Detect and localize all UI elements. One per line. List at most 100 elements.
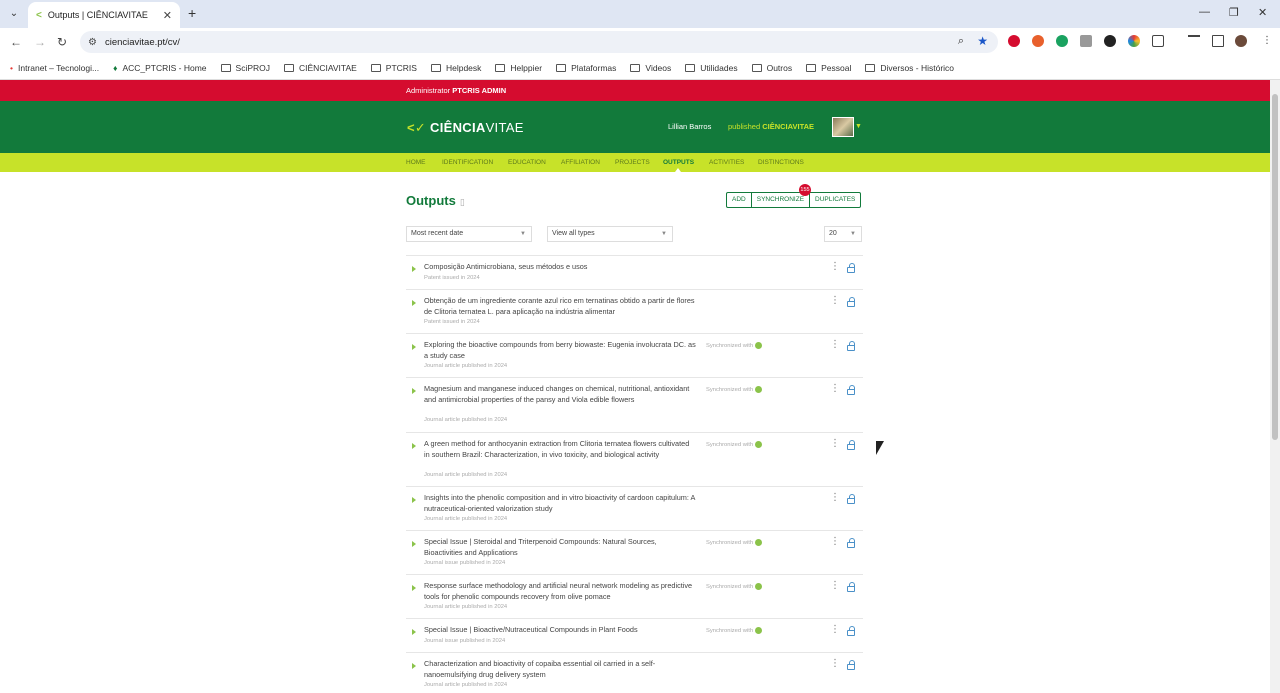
bookmark-folder[interactable]: SciPROJ xyxy=(220,63,270,73)
more-options-icon[interactable]: ⋮ xyxy=(830,262,840,272)
page-scrollbar[interactable] xyxy=(1270,80,1280,693)
item-title[interactable]: Magnesium and manganese induced changes … xyxy=(424,384,696,406)
lock-icon[interactable] xyxy=(847,440,855,450)
lock-icon[interactable] xyxy=(847,538,855,548)
expand-icon[interactable] xyxy=(412,629,416,635)
list-item[interactable]: Special Issue | Bioactive/Nutraceutical … xyxy=(406,618,863,652)
expand-icon[interactable] xyxy=(412,388,416,394)
bookmark-folder[interactable]: Utilidades xyxy=(685,63,738,73)
bookmark-folder[interactable]: Videos xyxy=(630,63,671,73)
lock-icon[interactable] xyxy=(847,385,855,395)
bookmark-folder[interactable]: Pessoal xyxy=(806,63,851,73)
more-options-icon[interactable]: ⋮ xyxy=(830,296,840,306)
site-logo[interactable]: <✓ CIÊNCIAVITAE xyxy=(407,120,524,136)
active-tab[interactable]: < Outputs | CIÊNCIAVITAE ✕ xyxy=(28,2,180,28)
nav-affiliation[interactable]: AFFILIATION xyxy=(561,159,600,166)
lock-icon[interactable] xyxy=(847,626,855,636)
more-options-icon[interactable]: ⋮ xyxy=(830,439,840,449)
published-status[interactable]: published CIÊNCIAVITAE xyxy=(728,122,814,131)
more-options-icon[interactable]: ⋮ xyxy=(830,384,840,394)
bookmark-star-icon[interactable]: ★ xyxy=(977,34,988,48)
avatar[interactable] xyxy=(832,117,854,137)
new-tab-icon[interactable]: + xyxy=(188,5,196,21)
forward-icon[interactable]: → xyxy=(34,35,46,49)
bookmark-folder[interactable]: Helpdesk xyxy=(430,63,481,73)
site-info-icon[interactable]: ⚙ xyxy=(88,37,97,48)
side-panel-icon[interactable] xyxy=(1212,35,1224,47)
restore-icon[interactable]: ❐ xyxy=(1229,6,1239,19)
lock-icon[interactable] xyxy=(847,263,855,273)
bookmark-folder[interactable]: Outros xyxy=(751,63,792,73)
list-item[interactable]: Characterization and bioactivity of copa… xyxy=(406,652,863,692)
list-item[interactable]: Response surface methodology and artific… xyxy=(406,574,863,618)
reading-list-icon[interactable] xyxy=(1188,35,1200,47)
more-options-icon[interactable]: ⋮ xyxy=(830,581,840,591)
item-title[interactable]: Characterization and bioactivity of copa… xyxy=(424,659,696,681)
more-options-icon[interactable]: ⋮ xyxy=(830,537,840,547)
nav-identification[interactable]: IDENTIFICATION xyxy=(442,159,493,166)
lock-icon[interactable] xyxy=(847,660,855,670)
lock-icon[interactable] xyxy=(847,494,855,504)
puzzle-extensions-icon[interactable] xyxy=(1152,35,1164,47)
opera-extension-icon[interactable] xyxy=(1008,35,1020,47)
item-title[interactable]: Insights into the phenolic composition a… xyxy=(424,493,696,515)
nav-activities[interactable]: ACTIVITIES xyxy=(709,159,744,166)
lock-icon[interactable] xyxy=(847,582,855,592)
close-window-icon[interactable]: ✕ xyxy=(1258,6,1267,19)
expand-icon[interactable] xyxy=(412,266,416,272)
grid-extension-icon[interactable] xyxy=(1080,35,1092,47)
list-item[interactable]: Insights into the phenolic composition a… xyxy=(406,486,863,530)
browser-menu-icon[interactable]: ⋮ xyxy=(1261,35,1273,47)
reload-icon[interactable]: ↻ xyxy=(57,35,67,49)
type-select[interactable]: View all types ▼ xyxy=(547,226,673,242)
list-item[interactable]: Obtenção de um ingrediente corante azul … xyxy=(406,289,863,333)
more-options-icon[interactable]: ⋮ xyxy=(830,659,840,669)
nav-distinctions[interactable]: DISTINCTIONS xyxy=(758,159,804,166)
list-item[interactable]: A green method for anthocyanin extractio… xyxy=(406,432,863,486)
green-extension-icon[interactable] xyxy=(1056,35,1068,47)
nav-education[interactable]: EDUCATION xyxy=(508,159,546,166)
fire-extension-icon[interactable] xyxy=(1032,35,1044,47)
url-text[interactable]: cienciavitae.pt/cv/ xyxy=(105,37,180,48)
minimize-icon[interactable]: — xyxy=(1199,6,1210,18)
close-tab-icon[interactable]: ✕ xyxy=(163,9,172,22)
nav-outputs[interactable]: OUTPUTS xyxy=(663,159,694,166)
bookmark-folder[interactable]: PTCRIS xyxy=(370,63,417,73)
scrollbar-thumb[interactable] xyxy=(1272,94,1278,440)
chevron-down-icon[interactable]: ▼ xyxy=(855,123,862,130)
sort-select[interactable]: Most recent date ▼ xyxy=(406,226,532,242)
bookmark-folder[interactable]: CIÊNCIAVITAE xyxy=(284,63,357,73)
url-bar[interactable]: ⚙ cienciavitae.pt/cv/ ⌕ ★ xyxy=(80,31,998,53)
expand-icon[interactable] xyxy=(412,497,416,503)
synchronize-button[interactable]: SYNCHRONIZE xyxy=(750,193,809,207)
bookmark-item[interactable]: • Intranet – Tecnologi... xyxy=(10,63,99,73)
item-title[interactable]: A green method for anthocyanin extractio… xyxy=(424,439,696,461)
lock-icon[interactable] xyxy=(847,297,855,307)
item-title[interactable]: Obtenção de um ingrediente corante azul … xyxy=(424,296,696,318)
bookmark-folder[interactable]: Diversos - Histórico xyxy=(865,63,954,73)
expand-icon[interactable] xyxy=(412,300,416,306)
item-title[interactable]: Special Issue | Bioactive/Nutraceutical … xyxy=(424,625,696,636)
list-item[interactable]: Special Issue | Steroidal and Triterpeno… xyxy=(406,530,863,574)
color-extension-icon[interactable] xyxy=(1128,35,1140,47)
more-options-icon[interactable]: ⋮ xyxy=(830,340,840,350)
tab-search-icon[interactable]: ⌄ xyxy=(6,6,22,22)
back-icon[interactable]: ← xyxy=(10,35,22,49)
expand-icon[interactable] xyxy=(412,541,416,547)
more-options-icon[interactable]: ⋮ xyxy=(830,625,840,635)
nav-projects[interactable]: PROJECTS xyxy=(615,159,650,166)
nav-home[interactable]: HOME xyxy=(406,159,426,166)
bookmark-item[interactable]: ♦ ACC_PTCRIS - Home xyxy=(113,63,206,73)
item-title[interactable]: Composição Antimicrobiana, seus métodos … xyxy=(424,262,696,273)
list-item[interactable]: Magnesium and manganese induced changes … xyxy=(406,377,863,432)
item-title[interactable]: Exploring the bioactive compounds from b… xyxy=(424,340,696,362)
list-item[interactable]: Composição Antimicrobiana, seus métodos … xyxy=(406,255,863,289)
item-title[interactable]: Special Issue | Steroidal and Triterpeno… xyxy=(424,537,696,559)
page-size-select[interactable]: 20 ▼ xyxy=(824,226,862,242)
expand-icon[interactable] xyxy=(412,344,416,350)
expand-icon[interactable] xyxy=(412,585,416,591)
zoom-icon[interactable]: ⌕ xyxy=(958,35,964,48)
duplicates-button[interactable]: DUPLICATES xyxy=(809,193,860,207)
a-extension-icon[interactable] xyxy=(1104,35,1116,47)
bookmark-folder[interactable]: Helppier xyxy=(495,63,542,73)
